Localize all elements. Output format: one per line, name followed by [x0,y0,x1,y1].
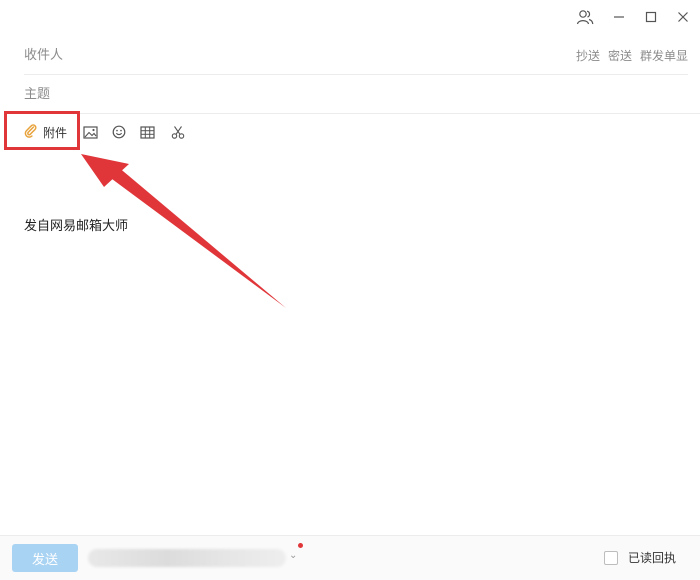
scissors-icon[interactable] [171,121,185,143]
emoji-icon[interactable] [112,121,126,143]
notification-dot [298,543,303,548]
recipient-row: 抄送 密送 群发单显 [24,36,688,75]
message-editor[interactable]: 发自网易邮箱大师 [24,160,680,532]
maximize-icon[interactable] [640,6,662,28]
attach-highlight-box [4,111,80,150]
subject-input[interactable] [24,75,700,113]
cc-link[interactable]: 抄送 [576,47,600,64]
recipient-input[interactable] [24,36,558,74]
signature-text: 发自网易邮箱大师 [24,219,129,234]
chevron-down-icon[interactable]: ⌄ [289,550,297,561]
image-icon[interactable] [83,121,98,143]
cc-links: 抄送 密送 群发单显 [576,47,688,64]
table-icon[interactable] [140,121,155,143]
bottom-bar: 发送 ⌄ 已读回执 [0,535,700,580]
contacts-icon[interactable] [574,6,596,28]
bcc-link[interactable]: 密送 [608,47,632,64]
read-receipt-option[interactable]: 已读回执 [603,549,676,566]
title-bar [0,0,700,34]
close-icon[interactable] [672,6,694,28]
sender-account-select[interactable] [88,549,286,567]
send-button[interactable]: 发送 [12,544,78,572]
read-receipt-checkbox[interactable] [603,550,618,565]
minimize-icon[interactable] [608,6,630,28]
separate-send-link[interactable]: 群发单显 [640,47,688,64]
subject-row [24,75,700,114]
read-receipt-label: 已读回执 [627,551,676,565]
